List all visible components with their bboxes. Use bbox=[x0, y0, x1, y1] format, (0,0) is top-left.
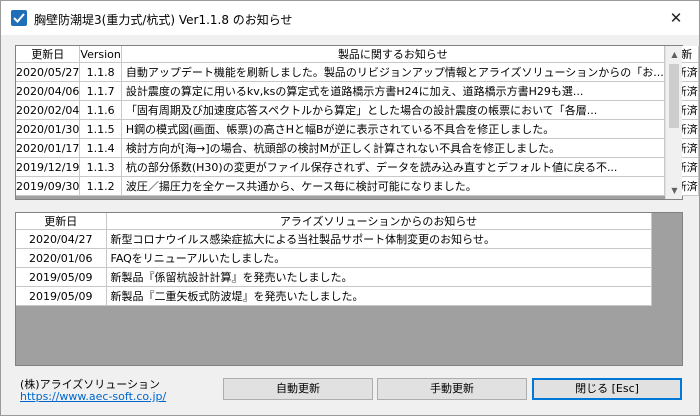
notice-cell: 自動アップデート機能を刷新しました。製品のリビジョンアップ情報とアライズソリュー… bbox=[121, 62, 665, 82]
product-notice-row[interactable]: 2020/05/27 1.1.8 自動アップデート機能を刷新しました。製品のリビジョ… bbox=[16, 62, 699, 82]
company-notices-grid: 更新日 アライズソリューションからのお知らせ 2020/04/27 新型コロナウイ… bbox=[15, 212, 683, 366]
notice-cell: 波圧／揚圧力を全ケース共通から、ケース毎に検討可能になりました。 bbox=[121, 176, 665, 196]
date-cell: 2019/05/09 bbox=[16, 286, 107, 306]
version-cell: 1.1.3 bbox=[79, 157, 122, 177]
product-notice-row[interactable]: 2019/12/19 1.1.3 杭の部分係数(H30)の変更がファイル保存されず、… bbox=[16, 157, 699, 177]
date-cell: 2020/01/30 bbox=[16, 119, 81, 139]
product-notice-row[interactable]: 2020/02/04 1.1.6 「固有周期及び加速度応答スペクトルから算定」とした… bbox=[16, 100, 699, 120]
date-cell: 2020/01/06 bbox=[16, 248, 107, 268]
notice-cell: 「固有周期及び加速度応答スペクトルから算定」とした場合の設計震度の帳票において「… bbox=[121, 100, 665, 120]
product-notice-row[interactable]: 2019/09/30 1.1.2 波圧／揚圧力を全ケース共通から、ケース毎に検討可能… bbox=[16, 176, 699, 196]
company-notice-row[interactable]: 2020/01/06 FAQをリニューアルいたしました。 bbox=[16, 248, 652, 268]
version-cell: 1.1.2 bbox=[79, 176, 122, 196]
scroll-up-arrow-icon[interactable]: ▲ bbox=[666, 46, 683, 63]
date-cell: 2020/02/04 bbox=[16, 100, 81, 120]
date-cell: 2020/05/27 bbox=[16, 62, 81, 82]
scroll-down-arrow-icon[interactable]: ▼ bbox=[666, 182, 683, 199]
product-notice-row[interactable]: 2020/04/06 1.1.7 設計震度の算定に用いるkv,ksの算定式を道路橋示… bbox=[16, 81, 699, 101]
date-cell: 2019/12/19 bbox=[16, 157, 81, 177]
close-button[interactable]: 閉じる [Esc] bbox=[532, 378, 682, 400]
column-header-notice[interactable]: 製品に関するお知らせ bbox=[121, 46, 665, 63]
date-cell: 2020/01/17 bbox=[16, 138, 81, 158]
company-website-link[interactable]: https://www.aec-soft.co.jp/ bbox=[20, 390, 166, 403]
product-notices-grid: 更新日 Version 製品に関するお知らせ 更新 2020/05/271.1.… bbox=[15, 45, 699, 200]
app-icon bbox=[11, 10, 27, 26]
vertical-scrollbar[interactable]: ▲ ▼ bbox=[665, 46, 682, 199]
column-header-version[interactable]: Version bbox=[79, 46, 122, 63]
notice-cell: 検討方向が[海→]の場合、杭頭部の検討Mが正しく計算されない不具合を修正しました… bbox=[121, 138, 665, 158]
column-header-notice[interactable]: アライズソリューションからのお知らせ bbox=[106, 213, 652, 230]
manual-update-button[interactable]: 手動更新 bbox=[377, 378, 527, 400]
notice-cell: 新型コロナウイルス感染症拡大による当社製品サポート体制変更のお知らせ。 bbox=[106, 229, 652, 249]
version-cell: 1.1.7 bbox=[79, 81, 122, 101]
auto-update-button[interactable]: 自動更新 bbox=[223, 378, 373, 400]
notice-cell: 新製品『二重矢板式防波堤』を発売いたしました。 bbox=[106, 286, 652, 306]
version-cell: 1.1.8 bbox=[79, 62, 122, 82]
header-row: 更新日 アライズソリューションからのお知らせ bbox=[16, 213, 652, 230]
version-cell: 1.1.5 bbox=[79, 119, 122, 139]
header-row: 更新日 Version 製品に関するお知らせ 更新 bbox=[16, 46, 699, 63]
notice-window: 胸壁防潮堤3(重力式/杭式) Ver1.1.8 のお知らせ ✕ 更新日 Vers… bbox=[0, 0, 700, 416]
date-cell: 2020/04/27 bbox=[16, 229, 107, 249]
product-notice-row[interactable]: 2020/01/17 1.1.4 検討方向が[海→]の場合、杭頭部の検討Mが正しく計… bbox=[16, 138, 699, 158]
notice-cell: 杭の部分係数(H30)の変更がファイル保存されず、データを読み込み直すとデフォル… bbox=[121, 157, 665, 177]
version-cell: 1.1.6 bbox=[79, 100, 122, 120]
notice-cell: 設計震度の算定に用いるkv,ksの算定式を道路橋示方書H24に加え、道路橋示方書… bbox=[121, 81, 665, 101]
column-header-date[interactable]: 更新日 bbox=[16, 213, 107, 230]
date-cell: 2020/04/06 bbox=[16, 81, 81, 101]
date-cell: 2019/09/30 bbox=[16, 176, 81, 196]
window-title: 胸壁防潮堤3(重力式/杭式) Ver1.1.8 のお知らせ bbox=[34, 13, 293, 27]
company-notice-row[interactable]: 2019/05/09 新製品『二重矢板式防波堤』を発売いたしました。 bbox=[16, 286, 652, 306]
scrollbar-thumb[interactable] bbox=[669, 64, 679, 128]
date-cell: 2019/05/09 bbox=[16, 267, 107, 287]
column-header-date[interactable]: 更新日 bbox=[16, 46, 81, 63]
product-notices-table: 更新日 Version 製品に関するお知らせ 更新 2020/05/271.1.… bbox=[16, 46, 699, 196]
company-notice-row[interactable]: 2020/04/27 新型コロナウイルス感染症拡大による当社製品サポート体制変更の… bbox=[16, 229, 652, 249]
notice-cell: 新製品『係留杭設計計算』を発売いたしました。 bbox=[106, 267, 652, 287]
version-cell: 1.1.4 bbox=[79, 138, 122, 158]
product-notice-row[interactable]: 2020/01/30 1.1.5 H鋼の模式図(画面、帳票)の高さHと幅Bが逆に表示… bbox=[16, 119, 699, 139]
close-window-button[interactable]: ✕ bbox=[653, 1, 699, 35]
company-notices-table: 更新日 アライズソリューションからのお知らせ 2020/04/27 新型コロナウイ… bbox=[16, 213, 652, 306]
company-notice-row[interactable]: 2019/05/09 新製品『係留杭設計計算』を発売いたしました。 bbox=[16, 267, 652, 287]
notice-cell: H鋼の模式図(画面、帳票)の高さHと幅Bが逆に表示されている不具合を修正しました… bbox=[121, 119, 665, 139]
notice-cell: FAQをリニューアルいたしました。 bbox=[106, 248, 652, 268]
title-bar: 胸壁防潮堤3(重力式/杭式) Ver1.1.8 のお知らせ ✕ bbox=[1, 1, 699, 35]
